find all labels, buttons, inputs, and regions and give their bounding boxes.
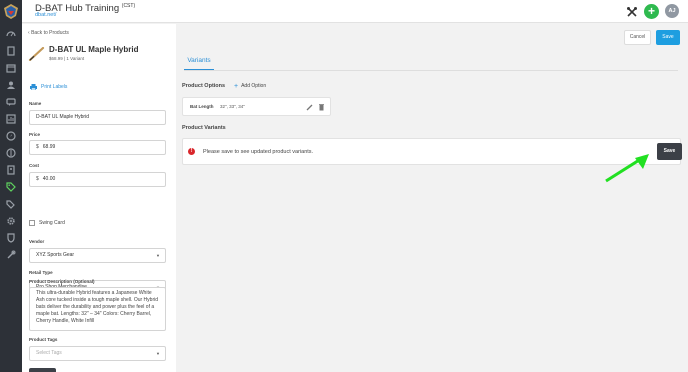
option-name: Bat Length xyxy=(190,104,214,109)
currency-prefix: $ xyxy=(36,144,39,150)
product-meta: $68.99 | 1 Variant xyxy=(49,56,85,61)
sidebar xyxy=(0,0,22,372)
add-button[interactable]: + xyxy=(644,4,659,19)
back-label: Back to Products xyxy=(31,30,69,36)
tools-icon[interactable] xyxy=(5,249,17,261)
option-card: Bat Length 32", 33", 34" xyxy=(182,97,331,116)
top-header: D-BAT Hub Training (CST) dbat.net/ + AJ xyxy=(22,0,688,23)
tag-icon[interactable] xyxy=(5,181,17,193)
compass-icon[interactable] xyxy=(5,130,17,142)
printer-icon xyxy=(30,84,37,90)
option-values: 32", 33", 34" xyxy=(220,104,245,109)
tools-crossed-icon[interactable] xyxy=(626,6,638,18)
product-options-title: Product Options xyxy=(182,83,226,89)
reports-icon[interactable] xyxy=(5,113,17,125)
vendor-label: Vendor xyxy=(29,239,45,244)
product-name-heading: D-BAT UL Maple Hybrid xyxy=(49,45,139,54)
plus-icon: + xyxy=(234,83,239,90)
vendor-select[interactable]: XYZ Sports Gear ▼ xyxy=(29,248,166,263)
cost-value: 40.00 xyxy=(42,176,56,182)
description-textarea[interactable]: This ultra-durable Hybrid features a Jap… xyxy=(29,287,166,331)
tab-variants[interactable]: Variants xyxy=(184,55,214,70)
settings-gear-icon[interactable] xyxy=(5,215,17,227)
book-icon[interactable] xyxy=(5,45,17,57)
money-icon[interactable] xyxy=(5,147,17,159)
cost-label: Cost xyxy=(29,163,39,168)
tags-placeholder: Select Tags xyxy=(36,350,62,356)
cost-input[interactable]: $40.00 xyxy=(29,172,166,187)
tags-label: Product Tags xyxy=(29,337,58,342)
price-label: Price xyxy=(29,132,41,137)
trash-icon[interactable] xyxy=(318,103,325,111)
warning-message: Please save to see updated product varia… xyxy=(203,149,314,155)
print-labels-link[interactable]: Print Labels xyxy=(30,84,67,90)
bottom-action-button[interactable] xyxy=(29,368,56,372)
swing-card-checkbox[interactable] xyxy=(29,220,35,226)
timezone-label: (CST) xyxy=(121,3,136,9)
name-label: Name xyxy=(29,101,42,106)
save-button[interactable]: Save xyxy=(656,30,680,45)
tags-icon[interactable] xyxy=(5,198,17,210)
chevron-down-icon: ▼ xyxy=(156,351,160,356)
chevron-down-icon: ▼ xyxy=(156,253,160,258)
description-label: Product Description (Optional) xyxy=(29,279,95,284)
tab-divider xyxy=(184,70,678,71)
contacts-icon[interactable] xyxy=(5,164,17,176)
save-variants-button[interactable]: Save xyxy=(657,143,682,160)
shield-icon[interactable] xyxy=(5,232,17,244)
main-content: Cancel Save Variants Product Options + Ad… xyxy=(176,24,688,372)
product-variants-title: Product Variants xyxy=(182,125,226,131)
retail-type-label: Retail Type xyxy=(29,270,53,275)
cancel-button[interactable]: Cancel xyxy=(624,30,651,45)
add-option-label: Add Option xyxy=(241,83,267,89)
dbat-logo[interactable] xyxy=(2,3,20,20)
price-input[interactable]: $68.99 xyxy=(29,140,166,155)
name-input[interactable]: D-BAT UL Maple Hybrid xyxy=(29,110,166,125)
tags-select[interactable]: Select Tags ▼ xyxy=(29,346,166,361)
print-labels-text: Print Labels xyxy=(41,84,68,90)
vendor-value: XYZ Sports Gear xyxy=(36,252,75,258)
edit-pencil-icon[interactable] xyxy=(306,103,313,111)
back-to-products-link[interactable]: ‹ Back to Products xyxy=(28,30,69,36)
chat-icon[interactable] xyxy=(5,96,17,108)
add-option-button[interactable]: + Add Option xyxy=(234,83,266,90)
users-icon[interactable] xyxy=(5,79,17,91)
price-value: 68.99 xyxy=(42,144,56,150)
calendar-icon[interactable] xyxy=(5,62,17,74)
annotation-arrow-icon xyxy=(605,154,649,183)
error-icon: ! xyxy=(188,148,195,155)
subdomain-link[interactable]: dbat.net/ xyxy=(35,12,56,18)
product-edit-panel: ‹ Back to Products D-BAT UL Maple Hybrid… xyxy=(22,24,176,372)
avatar[interactable]: AJ xyxy=(665,4,679,18)
dashboard-icon[interactable] xyxy=(5,28,17,40)
bat-thumbnail xyxy=(28,47,45,61)
currency-prefix: $ xyxy=(36,176,39,182)
swing-card-label: Swing Card xyxy=(39,220,65,226)
